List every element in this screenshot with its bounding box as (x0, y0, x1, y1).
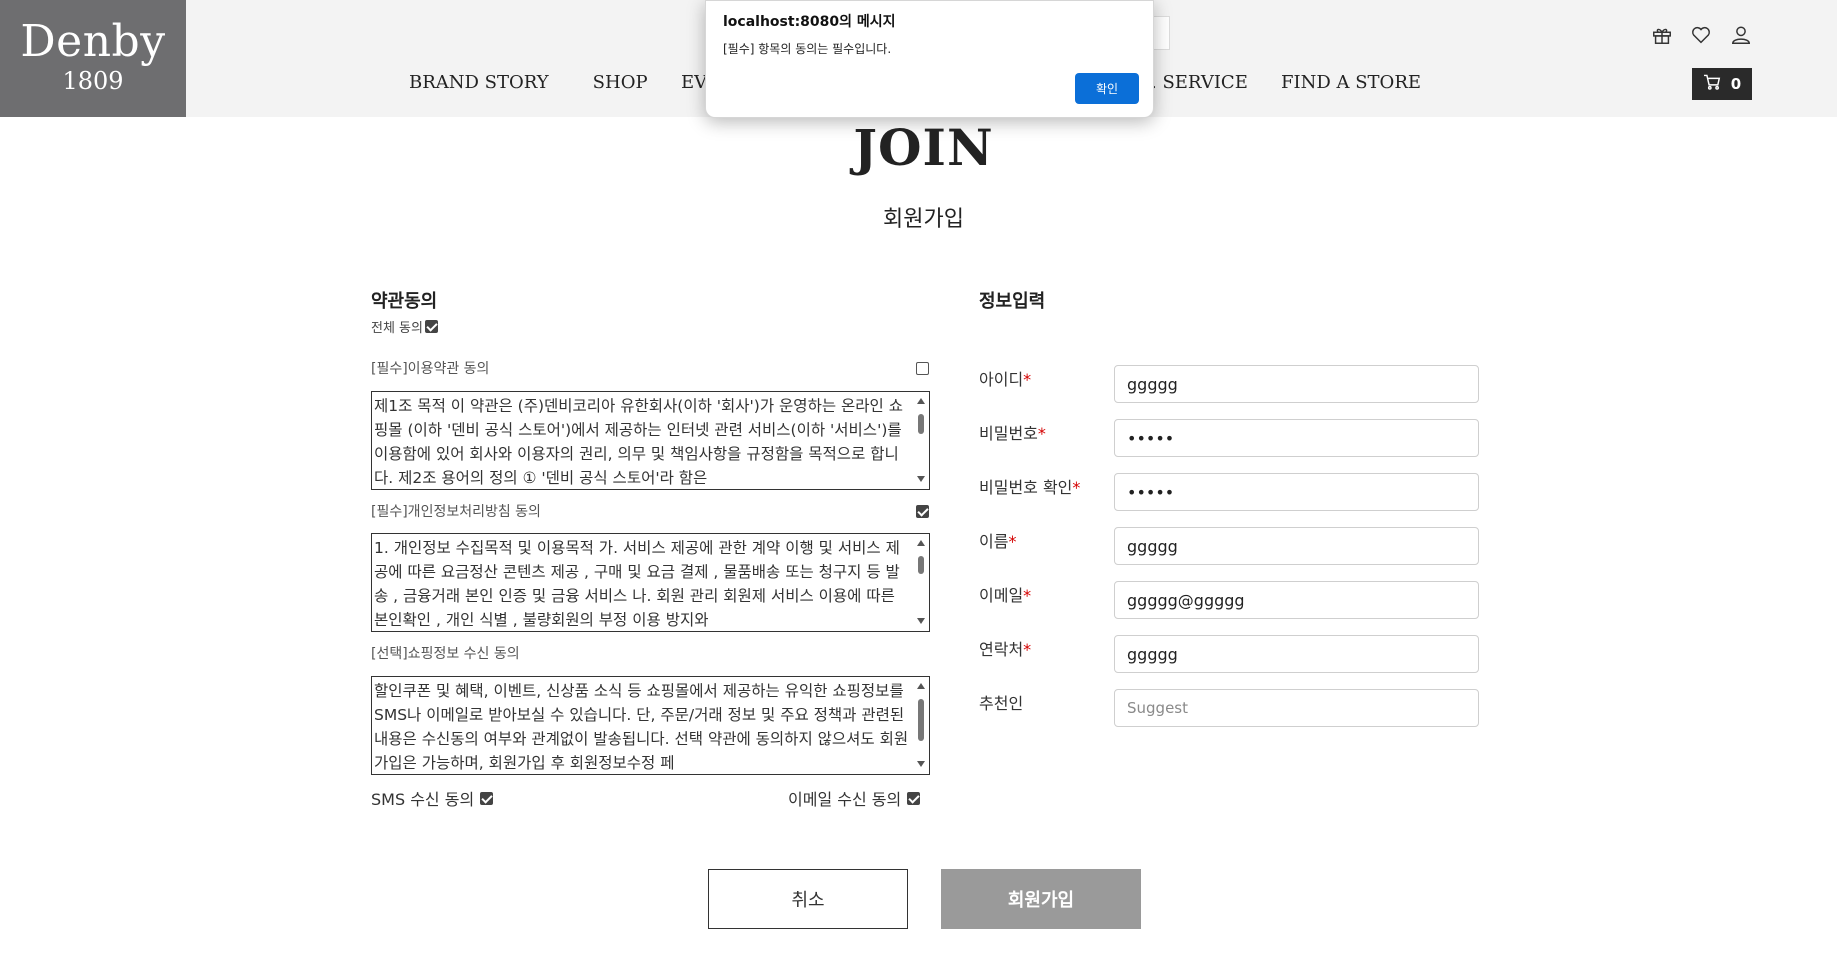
sms-consent-label: SMS 수신 동의 (371, 790, 475, 809)
phone-input[interactable]: ggggg (1114, 635, 1479, 673)
term-checkbox-usage[interactable] (916, 362, 929, 375)
brand-name: Denby (20, 16, 166, 67)
referrer-input[interactable]: Suggest (1114, 689, 1479, 727)
all-agree[interactable]: 전체 동의 (371, 317, 438, 336)
brand-logo[interactable]: Denby 1809 (0, 0, 186, 117)
page-subtitle: 회원가입 (883, 207, 964, 232)
gift-icon[interactable] (1651, 24, 1673, 46)
email-consent-checkbox[interactable] (907, 791, 921, 805)
cart-button[interactable]: 0 (1692, 68, 1752, 100)
field-label-phone: 연락처* (979, 640, 1032, 659)
dialog-message: [필수] 항목의 동의는 필수입니다. (723, 42, 892, 56)
dialog-ok-button[interactable]: 확인 (1075, 73, 1139, 104)
brand-year: 1809 (62, 67, 124, 95)
main-nav: BRAND STORY SHOP EV . SERVICE FIND A STO… (409, 72, 1421, 93)
nav-find-store[interactable]: FIND A STORE (1281, 72, 1421, 93)
term-text-usage: 제1조 목적 이 약관은 (주)덴비코리아 유한회사(이하 '회사')가 운영하… (374, 397, 903, 487)
id-input[interactable]: ggggg (1114, 365, 1479, 403)
term-label-usage: [필수]이용약관 동의 (371, 361, 490, 377)
term-checkbox-privacy[interactable] (916, 505, 929, 518)
all-agree-label: 전체 동의 (371, 321, 423, 336)
cart-icon (1703, 74, 1721, 94)
term-textarea-usage[interactable]: 제1조 목적 이 약관은 (주)덴비코리아 유한회사(이하 '회사')가 운영하… (371, 391, 930, 490)
field-label-name: 이름* (979, 532, 1017, 551)
term-textarea-privacy[interactable]: 1. 개인정보 수집목적 및 이용목적 가. 서비스 제공에 관한 계약 이행 … (371, 533, 930, 632)
heart-icon[interactable] (1690, 24, 1712, 46)
term-label-marketing: [선택]쇼핑정보 수신 동의 (371, 646, 520, 662)
email-consent[interactable]: 이메일 수신 동의 (788, 786, 921, 810)
user-icon[interactable] (1730, 24, 1752, 46)
email-input[interactable]: ggggg@ggggg (1114, 581, 1479, 619)
info-section-title: 정보입력 (979, 291, 1046, 312)
scrollbar[interactable] (914, 678, 928, 773)
all-agree-checkbox[interactable] (424, 320, 438, 333)
alert-dialog: localhost:8080의 메시지 [필수] 항목의 동의는 필수입니다. … (705, 0, 1154, 118)
email-consent-label: 이메일 수신 동의 (788, 790, 902, 809)
name-input[interactable]: ggggg (1114, 527, 1479, 565)
cancel-button[interactable]: 취소 (708, 869, 908, 929)
cart-count: 0 (1730, 75, 1742, 93)
page-title: JOIN (853, 118, 994, 177)
term-text-privacy: 1. 개인정보 수집목적 및 이용목적 가. 서비스 제공에 관한 계약 이행 … (374, 539, 900, 629)
term-textarea-marketing[interactable]: 할인쿠폰 및 혜택, 이벤트, 신상품 소식 등 쇼핑몰에서 제공하는 유익한 … (371, 676, 930, 775)
password-confirm-input[interactable]: ••••• (1114, 473, 1479, 511)
sms-consent[interactable]: SMS 수신 동의 (371, 786, 494, 810)
terms-section-title: 약관동의 (371, 291, 438, 312)
nav-service[interactable]: . SERVICE (1151, 72, 1248, 93)
field-label-password: 비밀번호* (979, 424, 1046, 443)
term-label-privacy: [필수]개인정보처리방침 동의 (371, 504, 541, 520)
scrollbar[interactable] (914, 535, 928, 630)
nav-brand-story[interactable]: BRAND STORY (409, 72, 549, 93)
dialog-title: localhost:8080의 메시지 (723, 14, 896, 30)
nav-event[interactable]: EV (681, 72, 707, 93)
nav-shop[interactable]: SHOP (593, 72, 648, 93)
field-label-password-confirm: 비밀번호 확인* (979, 478, 1081, 497)
term-text-marketing: 할인쿠폰 및 혜택, 이벤트, 신상품 소식 등 쇼핑몰에서 제공하는 유익한 … (374, 682, 909, 772)
field-label-email: 이메일* (979, 586, 1032, 605)
scrollbar[interactable] (914, 393, 928, 488)
field-label-referrer: 추천인 (979, 694, 1024, 713)
password-input[interactable]: ••••• (1114, 419, 1479, 457)
page: Denby 1809 BRAND STORY SHOP EV . SERVICE… (0, 0, 1837, 954)
sms-consent-checkbox[interactable] (480, 791, 494, 805)
field-label-id: 아이디* (979, 370, 1032, 389)
join-button[interactable]: 회원가입 (941, 869, 1141, 929)
